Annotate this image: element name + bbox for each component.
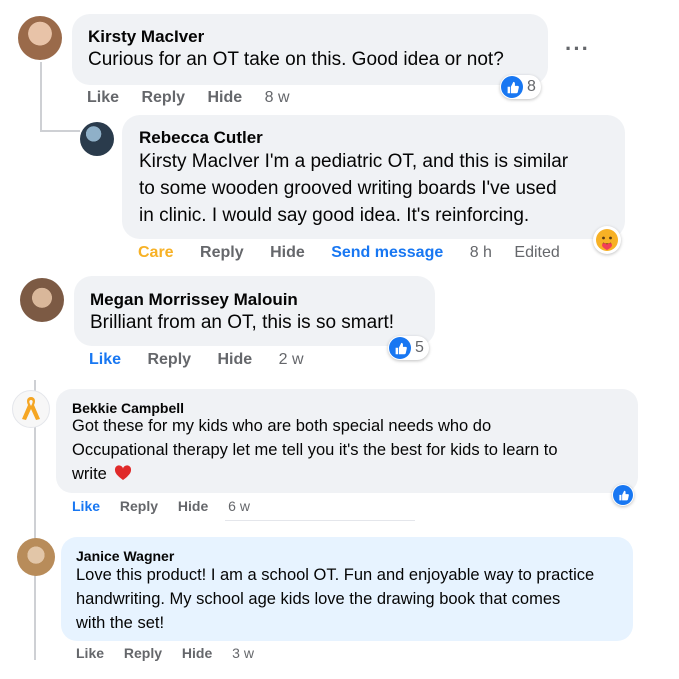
reaction-count: 5	[415, 339, 424, 356]
edited-label: Edited	[514, 244, 560, 261]
comment-author[interactable]: Bekkie Campbell	[72, 400, 184, 416]
avatar[interactable]	[18, 16, 62, 60]
hide-button[interactable]: Hide	[208, 89, 243, 107]
ribbon-icon	[22, 397, 40, 420]
divider	[225, 520, 415, 521]
care-emoji-icon	[596, 229, 618, 251]
hide-button[interactable]: Hide	[178, 498, 208, 514]
thread-line	[40, 130, 80, 132]
avatar[interactable]	[12, 390, 50, 428]
thread-line	[40, 62, 42, 132]
comment-author[interactable]: Rebecca Cutler	[139, 128, 263, 148]
hide-button[interactable]: Hide	[270, 244, 305, 262]
comment-text-line: handwriting. My school age kids love the…	[76, 590, 561, 608]
like-button[interactable]: Like	[87, 89, 119, 107]
like-icon	[501, 76, 523, 98]
red-heart-icon	[115, 465, 132, 480]
reaction-button-care[interactable]: Care	[138, 244, 174, 262]
comment-text-line: to some wooden grooved writing boards I'…	[139, 178, 557, 199]
like-button[interactable]: Like	[72, 498, 100, 514]
comment-text-line: write	[72, 465, 132, 484]
avatar[interactable]	[80, 122, 114, 156]
comment-actions: Like Reply Hide 2 w	[89, 351, 304, 369]
comment-text-fragment: write	[72, 465, 107, 483]
reaction-summary[interactable]: 5	[388, 336, 429, 360]
comment-text-line: Got these for my kids who are both speci…	[72, 417, 492, 435]
avatar[interactable]	[20, 278, 64, 322]
timestamp[interactable]: 6 w	[228, 498, 250, 514]
reaction-count: 8	[527, 78, 536, 95]
hide-button[interactable]: Hide	[182, 645, 212, 661]
reaction-summary[interactable]	[593, 226, 621, 254]
reply-button[interactable]: Reply	[200, 244, 244, 262]
reply-button[interactable]: Reply	[147, 351, 191, 369]
comment-text-line: with the set!	[76, 614, 165, 632]
comment-author[interactable]: Megan Morrissey Malouin	[90, 290, 298, 310]
hide-button[interactable]: Hide	[218, 351, 253, 369]
reply-button[interactable]: Reply	[120, 498, 158, 514]
comment-text-line: Kirsty MacIver I'm a pediatric OT, and t…	[139, 151, 569, 172]
like-icon	[389, 337, 411, 359]
reply-button[interactable]: Reply	[141, 89, 185, 107]
timestamp[interactable]: 8 h	[470, 244, 492, 262]
comment-bubble	[74, 276, 435, 346]
send-message-button[interactable]: Send message	[331, 244, 443, 262]
reaction-summary[interactable]	[612, 484, 634, 506]
comment-actions: Like Reply Hide 8 w	[87, 89, 290, 107]
reply-button[interactable]: Reply	[124, 645, 162, 661]
more-options-icon[interactable]: ···	[565, 36, 590, 62]
comment-text-line: Love this product! I am a school OT. Fun…	[76, 566, 595, 584]
timestamp[interactable]: 2 w	[279, 351, 304, 369]
avatar[interactable]	[17, 538, 55, 576]
timestamp[interactable]: 8 w	[265, 89, 290, 107]
comment-actions: Care Reply Hide Send message 8 h Edited	[138, 244, 560, 262]
comment-text-line: in clinic. I would say good idea. It's r…	[139, 205, 530, 226]
comment-actions: Like Reply Hide 6 w	[72, 498, 250, 514]
comment-author[interactable]: Kirsty MacIver	[88, 27, 204, 47]
like-button[interactable]: Like	[76, 645, 104, 661]
comment-actions: Like Reply Hide 3 w	[76, 645, 254, 661]
comment-text: Curious for an OT take on this. Good ide…	[88, 49, 504, 70]
comment-author[interactable]: Janice Wagner	[76, 548, 174, 564]
comment-text-line: Occupational therapy let me tell you it'…	[72, 441, 558, 459]
comment-text: Brilliant from an OT, this is so smart!	[90, 312, 395, 333]
timestamp[interactable]: 3 w	[232, 645, 254, 661]
like-button[interactable]: Like	[89, 351, 121, 369]
reaction-summary[interactable]: 8	[500, 75, 541, 99]
like-icon	[613, 485, 633, 505]
